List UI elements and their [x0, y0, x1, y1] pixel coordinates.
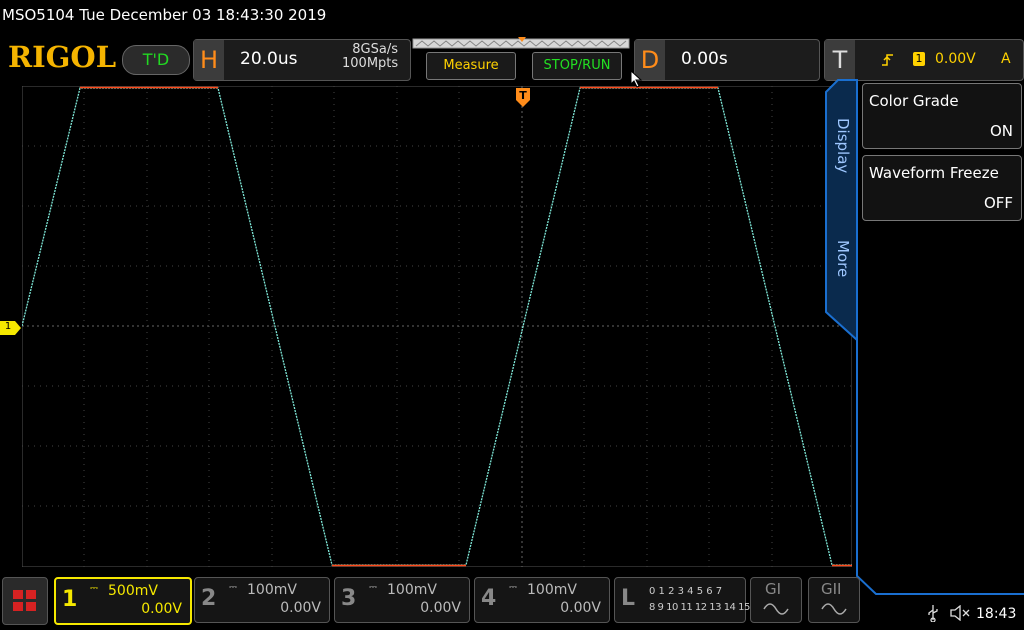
ch3-scale: 100mV	[387, 582, 437, 598]
ch1-number: 1	[62, 587, 78, 612]
speaker-muted-icon[interactable]	[950, 605, 972, 621]
trigger-marker-label: T	[519, 89, 527, 102]
trigger-letter: T	[825, 40, 855, 80]
ch2-offset: 0.00V	[280, 600, 321, 616]
clock-time: 18:43	[976, 606, 1017, 622]
trigger-panel[interactable]: T 1 0.00V A	[824, 39, 1024, 81]
memory-depth: 100Mpts	[342, 56, 399, 71]
measure-button[interactable]: Measure	[426, 52, 516, 80]
menu-color-grade[interactable]: Color Grade ON	[862, 83, 1022, 149]
sample-rate: 8GSa/s	[352, 42, 398, 57]
logic-letter: L	[621, 586, 636, 611]
channel-2-box[interactable]: 2 ⎓ 100mV 0.00V	[194, 577, 330, 623]
rising-edge-icon	[882, 54, 893, 66]
ch3-number: 3	[341, 586, 357, 611]
stop-run-button[interactable]: STOP/RUN	[532, 52, 622, 80]
rigol-logo: RIGOL	[8, 40, 117, 74]
ch4-offset: 0.00V	[560, 600, 601, 616]
ch4-number: 4	[481, 586, 497, 611]
datetime-label: MSO5104 Tue December 03 18:43:30 2019	[2, 6, 327, 24]
logic-analyzer-box[interactable]: L 0 1 2 3 4 5 6 7 8 9 10 11 12 13 14 15	[614, 577, 750, 623]
waveform-freeze-label: Waveform Freeze	[869, 164, 999, 182]
generator-2-box[interactable]: GII	[808, 577, 860, 623]
trigger-level: 0.00V	[935, 51, 976, 67]
channel-3-box[interactable]: 3 ⎓ 100mV 0.00V	[334, 577, 470, 623]
color-grade-label: Color Grade	[869, 92, 959, 110]
timebase-value: 20.0us	[240, 49, 298, 69]
delay-panel[interactable]: D 0.00s	[634, 39, 820, 81]
menu-grid-icon	[13, 590, 36, 611]
memory-position-bar	[412, 37, 630, 49]
horizontal-letter: H	[194, 40, 224, 80]
dc-coupling-icon: ⎓	[229, 582, 237, 593]
dc-coupling-icon: ⎓	[90, 583, 98, 594]
trigger-position-marker[interactable]: T	[516, 88, 530, 108]
ch2-number: 2	[201, 586, 217, 611]
channel-4-box[interactable]: 4 ⎓ 100mV 0.00V	[474, 577, 610, 623]
ch2-scale: 100mV	[247, 582, 297, 598]
dc-coupling-icon: ⎓	[509, 582, 517, 593]
logic-channels-row1: 0 1 2 3 4 5 6 7	[649, 586, 723, 597]
generator-1-label: GI	[765, 580, 782, 598]
sine-wave-icon	[821, 603, 847, 615]
logic-channels-row2: 8 9 10 11 12 13 14 15	[649, 602, 750, 613]
sample-info: 8GSa/s 100Mpts	[342, 43, 398, 71]
ch1-marker-label: 1	[4, 321, 12, 332]
trigger-source: A	[1001, 51, 1011, 67]
main-menu-button[interactable]	[2, 577, 48, 625]
ch1-offset-marker[interactable]: 1	[0, 320, 22, 335]
channel-1-box[interactable]: 1 ⎓ 500mV 0.00V	[54, 577, 192, 625]
mouse-cursor-icon	[630, 70, 643, 88]
delay-value: 0.00s	[681, 49, 728, 69]
waveform-display[interactable]	[22, 86, 852, 567]
dc-coupling-icon: ⎓	[369, 582, 377, 593]
trigger-channel-badge: 1	[913, 52, 925, 66]
menu-waveform-freeze[interactable]: Waveform Freeze OFF	[862, 155, 1022, 221]
side-tab-more[interactable]: More	[834, 240, 852, 277]
side-tab-display[interactable]: Display	[834, 118, 852, 173]
ch4-scale: 100mV	[527, 582, 577, 598]
color-grade-value: ON	[989, 122, 1013, 140]
sine-wave-icon	[763, 603, 789, 615]
ch3-offset: 0.00V	[420, 600, 461, 616]
ch1-offset: 0.00V	[141, 601, 182, 617]
waveform-freeze-value: OFF	[983, 194, 1013, 212]
generator-2-label: GII	[821, 580, 842, 598]
trigger-status-badge: T'D	[122, 45, 190, 75]
usb-icon	[928, 605, 938, 622]
ch1-scale: 500mV	[108, 583, 158, 599]
horizontal-panel[interactable]: H 20.0us 8GSa/s 100Mpts	[193, 39, 411, 81]
generator-1-box[interactable]: GI	[750, 577, 802, 623]
